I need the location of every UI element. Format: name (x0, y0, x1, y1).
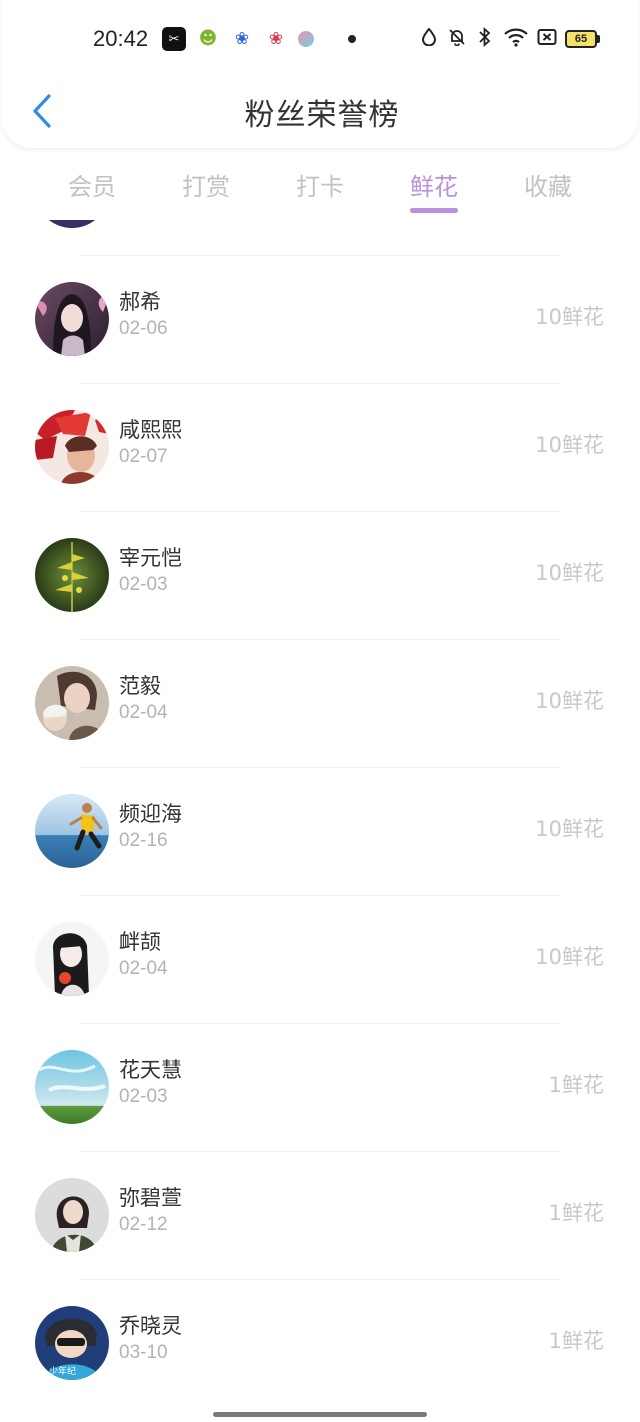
date: 03-10 (119, 1342, 168, 1363)
tab-members[interactable]: 会员 (52, 167, 132, 202)
fan-name: 范毅 (119, 674, 161, 698)
flower-count: 1鲜花 (548, 1201, 604, 1225)
flower-count: 10鲜花 (535, 561, 604, 585)
list-item[interactable]: 咸熙熙 02-07 10鲜花 (0, 384, 640, 512)
avatar (35, 666, 109, 740)
avatar (35, 220, 109, 228)
fan-name: 弥碧萱 (119, 1186, 182, 1210)
list-item[interactable]: 宰元恺 02-03 10鲜花 (0, 512, 640, 640)
tab-bar: 会员 打赏 打卡 鲜花 收藏 (0, 160, 640, 220)
home-indicator[interactable] (213, 1412, 427, 1417)
avatar (35, 794, 109, 868)
tab-checkin[interactable]: 打卡 (280, 167, 360, 202)
date: 02-04 (119, 702, 168, 723)
date: 02-07 (119, 446, 168, 467)
list-item[interactable]: 02-04 (0, 220, 640, 256)
date: 02-03 (119, 1086, 168, 1107)
flower-count: 10鲜花 (535, 433, 604, 457)
fan-name: 衅颉 (119, 930, 161, 954)
flower-count: 1鲜花 (548, 1329, 604, 1353)
date: 02-16 (119, 830, 168, 851)
active-tab-indicator (410, 208, 458, 213)
flower-count: 10鲜花 (535, 817, 604, 841)
avatar (35, 282, 109, 356)
list-item[interactable]: 范毅 02-04 10鲜花 (0, 640, 640, 768)
list-item[interactable]: 弥碧萱 02-12 1鲜花 (0, 1152, 640, 1280)
list-item[interactable]: 频迎海 02-16 10鲜花 (0, 768, 640, 896)
list-item[interactable]: 衅颉 02-04 10鲜花 (0, 896, 640, 1024)
list-item[interactable]: 郝希 02-06 10鲜花 (0, 256, 640, 384)
date: 02-04 (119, 958, 168, 979)
list-item[interactable]: 少年纪 乔晓灵 03-10 1鲜花 (0, 1280, 640, 1408)
fan-name: 郝希 (119, 290, 161, 314)
fan-ranking-list[interactable]: 02-04 郝希 02-06 10鲜花 咸熙熙 02-07 10鲜花 宰元恺 0… (0, 220, 640, 1422)
flower-count: 10鲜花 (535, 945, 604, 969)
avatar (35, 1050, 109, 1124)
list-item[interactable]: 花天慧 02-03 1鲜花 (0, 1024, 640, 1152)
fan-name: 频迎海 (119, 802, 182, 826)
tab-flowers[interactable]: 鲜花 (394, 167, 474, 202)
flower-count: 10鲜花 (535, 689, 604, 713)
fan-name: 乔晓灵 (119, 1314, 182, 1338)
avatar: 少年纪 (35, 1306, 109, 1380)
header: 粉丝荣誉榜 (2, 0, 638, 148)
date: 02-03 (119, 574, 168, 595)
tab-favorites[interactable]: 收藏 (508, 167, 588, 202)
avatar-caption: 少年纪 (49, 1365, 76, 1377)
fan-name: 花天慧 (119, 1058, 182, 1082)
flower-count: 10鲜花 (535, 305, 604, 329)
flower-count: 1鲜花 (548, 1073, 604, 1097)
avatar (35, 538, 109, 612)
date: 02-06 (119, 318, 168, 339)
date: 02-12 (119, 1214, 168, 1235)
fan-name: 宰元恺 (119, 546, 182, 570)
avatar (35, 410, 109, 484)
avatar (35, 922, 109, 996)
avatar (35, 1178, 109, 1252)
tab-tips[interactable]: 打赏 (166, 167, 246, 202)
fan-name: 咸熙熙 (119, 418, 182, 442)
page-title: 粉丝荣誉榜 (244, 98, 400, 133)
